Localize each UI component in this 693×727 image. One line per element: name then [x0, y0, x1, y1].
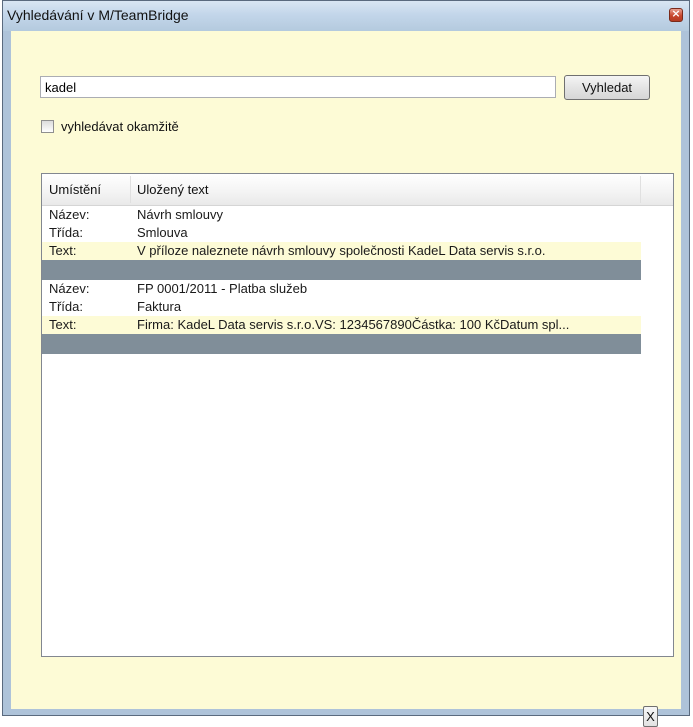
result-separator [42, 260, 641, 280]
row-field-value: FP 0001/2011 - Platba služeb [137, 281, 308, 296]
result-row[interactable]: Třída: Smlouva [42, 224, 641, 242]
window-close-button[interactable]: × [669, 7, 683, 22]
row-field-value: Návrh smlouvy [137, 207, 223, 222]
result-separator [42, 334, 641, 354]
result-row[interactable]: Název: FP 0001/2011 - Platba služeb [42, 280, 641, 298]
result-row-text[interactable]: Text: Firma: KadeL Data servis s.r.o.VS:… [42, 316, 641, 334]
row-field-value: Faktura [137, 299, 182, 314]
results-list[interactable]: Umístění Uložený text Název: Návrh smlou… [41, 173, 674, 657]
close-dialog-button[interactable]: X [643, 706, 658, 727]
row-field-label: Text: [49, 317, 77, 332]
column-header-stored-text[interactable]: Uložený text [130, 174, 640, 205]
instant-search-label: vyhledávat okamžitě [61, 119, 179, 134]
row-field-value: Firma: KadeL Data servis s.r.o.VS: 12345… [137, 317, 570, 332]
search-button[interactable]: Vyhledat [564, 75, 650, 100]
search-window: Vyhledávání v M/TeamBridge × Vyhledat vy… [2, 0, 690, 727]
row-field-label: Třída: [49, 225, 83, 240]
row-field-label: Třída: [49, 299, 83, 314]
row-field-value: V příloze naleznete návrh smlouvy společ… [137, 243, 546, 258]
result-row-text[interactable]: Text: V příloze naleznete návrh smlouvy … [42, 242, 641, 260]
close-icon: × [671, 7, 681, 20]
title-bar[interactable]: Vyhledávání v M/TeamBridge × [3, 1, 689, 31]
window-title: Vyhledávání v M/TeamBridge [7, 7, 189, 23]
dialog-body: Vyhledat vyhledávat okamžitě Umístění Ul… [11, 31, 681, 727]
row-field-value: Smlouva [137, 225, 188, 240]
result-row[interactable]: Třída: Faktura [42, 298, 641, 316]
column-header-location[interactable]: Umístění [42, 174, 130, 205]
row-field-label: Název: [49, 281, 90, 296]
row-field-label: Název: [49, 207, 90, 222]
row-field-label: Text: [49, 243, 77, 258]
results-header: Umístění Uložený text [42, 174, 673, 206]
result-row[interactable]: Název: Návrh smlouvy [42, 206, 641, 224]
search-input[interactable] [40, 76, 556, 98]
instant-search-checkbox[interactable] [41, 120, 54, 133]
column-divider[interactable] [640, 176, 641, 203]
